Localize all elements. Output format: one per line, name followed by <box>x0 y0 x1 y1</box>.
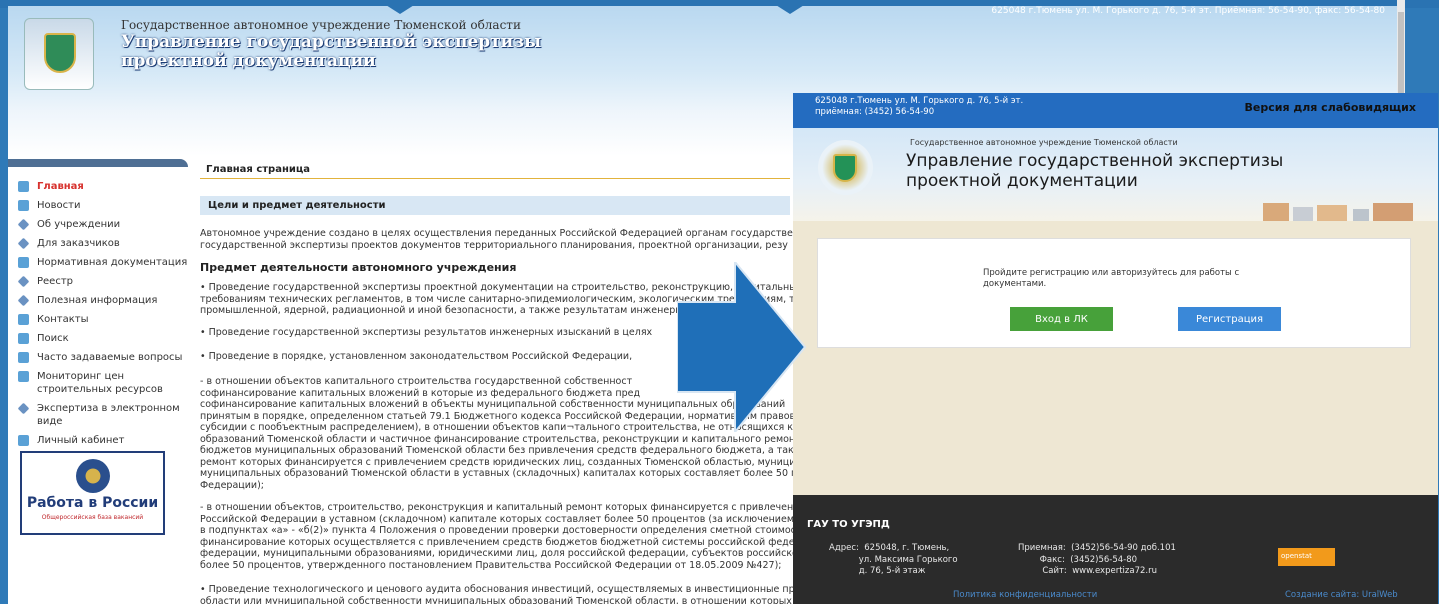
nav-item-cabinet[interactable]: Личный кабинет <box>8 431 188 450</box>
eagle-emblem-icon <box>76 459 110 493</box>
nav-item-e-expertise[interactable]: Экспертиза в электронном виде <box>8 399 188 431</box>
old-nav: Главная Новости Об учреждении Для заказч… <box>8 177 188 450</box>
nav-item-prices[interactable]: Мониторинг цен строительных ресурсов <box>8 367 188 399</box>
diamond-icon <box>17 402 30 415</box>
nav-item-normative[interactable]: Нормативная документация <box>8 253 188 272</box>
page-icon <box>18 200 29 211</box>
nav-item-clients[interactable]: Для заказчиков <box>8 234 188 253</box>
new-org-small: Государственное автономное учреждение Тю… <box>910 138 1178 147</box>
new-site-window: 625048 г.Тюмень ул. М. Горького д. 76, 5… <box>793 93 1438 604</box>
goals-heading: Цели и предмет деятельности <box>200 196 790 215</box>
new-address: 625048 г.Тюмень ул. М. Горького д. 76, 5… <box>815 96 1024 117</box>
page-icon <box>18 435 29 446</box>
page-icon <box>18 333 29 344</box>
transition-arrow-icon <box>677 262 807 432</box>
footer-title: ГАУ ТО УГЭПД <box>807 519 890 530</box>
page-icon <box>18 314 29 325</box>
nav-item-about[interactable]: Об учреждении <box>8 215 188 234</box>
rabota-v-rossii-banner[interactable]: Работа в России Общероссийская база вака… <box>20 451 165 535</box>
auth-message: Пройдите регистрацию или авторизуйтесь д… <box>983 268 1240 289</box>
coat-of-arms-icon <box>818 140 873 195</box>
new-footer: ГАУ ТО УГЭПД Адрес: 625048, г. Тюмень, у… <box>793 495 1438 604</box>
diamond-icon <box>17 218 30 231</box>
new-org-title: Управление государственной экспертизы пр… <box>906 151 1284 191</box>
page-icon <box>18 181 29 192</box>
accessibility-link[interactable]: Версия для слабовидящих <box>1245 101 1417 114</box>
old-org-small: Государственное автономное учреждение Тю… <box>121 18 521 32</box>
nav-item-search[interactable]: Поиск <box>8 329 188 348</box>
diamond-icon <box>17 275 30 288</box>
nav-item-contacts[interactable]: Контакты <box>8 310 188 329</box>
privacy-link[interactable]: Политика конфиденциальности <box>953 590 1097 600</box>
page-icon <box>18 352 29 363</box>
arrow-tip-right-icon <box>768 0 812 14</box>
auth-card: Пройдите регистрацию или авторизуйтесь д… <box>817 238 1411 348</box>
diamond-icon <box>17 294 30 307</box>
coat-of-arms-icon <box>24 18 94 90</box>
arrow-tip-left-icon <box>378 0 422 14</box>
city-skyline-icon <box>1263 203 1413 221</box>
sidebar-header-bar <box>8 159 188 167</box>
old-address: 625048 г.Тюмень ул. М. Горького д. 76, 5… <box>991 6 1385 16</box>
old-sidebar: Главная Новости Об учреждении Для заказч… <box>8 159 188 599</box>
openstat-counter[interactable]: openstat <box>1278 548 1335 566</box>
created-by-link[interactable]: Создание сайта: UralWeb <box>1285 590 1398 600</box>
old-org-title: Управление государственной экспертизы пр… <box>121 32 542 71</box>
nav-item-home[interactable]: Главная <box>8 177 188 196</box>
nav-item-news[interactable]: Новости <box>8 196 188 215</box>
nav-item-registry[interactable]: Реестр <box>8 272 188 291</box>
footer-contacts: Приемная: (3452)56-54-90 доб.101 Факс: (… <box>1018 543 1176 576</box>
breadcrumb: Главная страница <box>200 161 790 179</box>
nav-item-faq[interactable]: Часто задаваемые вопросы <box>8 348 188 367</box>
login-button[interactable]: Вход в ЛК <box>1010 307 1113 331</box>
new-top-bar: 625048 г.Тюмень ул. М. Горького д. 76, 5… <box>793 93 1438 128</box>
banner-title: Работа в России <box>26 495 159 511</box>
diamond-icon <box>17 237 30 250</box>
banner-subtitle: Общероссийская база вакансий <box>41 514 144 521</box>
footer-address: Адрес: 625048, г. Тюмень, ул. Максима Го… <box>829 543 958 576</box>
page-icon <box>18 257 29 268</box>
register-button[interactable]: Регистрация <box>1178 307 1281 331</box>
nav-item-useful[interactable]: Полезная информация <box>8 291 188 310</box>
page-icon <box>18 371 29 382</box>
